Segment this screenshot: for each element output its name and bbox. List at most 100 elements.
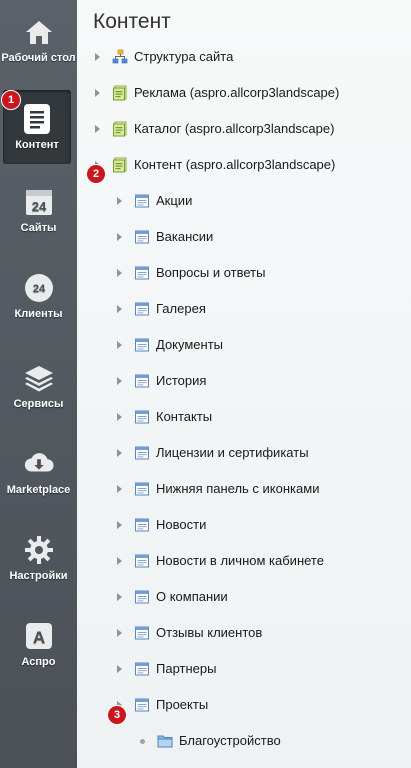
iblock-icon [134, 409, 150, 425]
expand-arrow-icon[interactable] [117, 413, 122, 421]
tree-item-label[interactable]: Структура сайта [134, 49, 233, 65]
cloud-download-icon [23, 448, 55, 480]
iblock-icon [134, 301, 150, 317]
cloud-24-icon: 24 [23, 272, 55, 304]
tree-item-label[interactable]: Контент (aspro.allcorp3landscape) [134, 157, 335, 173]
nav-item-clients[interactable]: 24 Клиенты [0, 256, 77, 336]
expand-arrow-icon[interactable] [95, 125, 100, 133]
folder-icon [157, 733, 173, 749]
letter-a-icon: A [23, 620, 55, 652]
nav-label: Контент [15, 138, 59, 151]
tree-item[interactable]: Контакты [117, 407, 212, 427]
expand-arrow-icon[interactable] [117, 197, 122, 205]
tree-item-label[interactable]: Нижняя панель с иконками [156, 481, 319, 497]
document-icon [21, 103, 53, 135]
tree-item[interactable]: Отзывы клиентов [117, 623, 262, 643]
tree-item-label[interactable]: Вакансии [156, 229, 213, 245]
calendar-24-icon: 24 [23, 186, 55, 218]
iblock-type-icon [112, 85, 128, 101]
tree-item-label[interactable]: Вопросы и ответы [156, 265, 265, 281]
tree-item[interactable]: Структура сайта [95, 47, 233, 67]
tree-item[interactable]: Благоустройство [139, 731, 281, 751]
sidebar: Рабочий стол Контент 24 Сайты 24 Клиенты… [0, 0, 77, 768]
expand-arrow-icon[interactable] [117, 629, 122, 637]
annotation-badge: 2 [86, 164, 106, 184]
tree-item-label[interactable]: Каталог (aspro.allcorp3landscape) [134, 121, 334, 137]
tree-item[interactable]: Галерея [117, 299, 206, 319]
tree-item[interactable]: Вакансии [117, 227, 213, 247]
annotation-badge: 3 [107, 705, 127, 725]
nav-item-marketplace[interactable]: Marketplace [0, 432, 77, 512]
tree-item-label[interactable]: Реклама (aspro.allcorp3landscape) [134, 85, 339, 101]
tree-item-label[interactable]: Документы [156, 337, 223, 353]
tree-item[interactable]: Акции [117, 191, 192, 211]
iblock-icon [134, 661, 150, 677]
tree-item-label[interactable]: Акции [156, 193, 192, 209]
expand-arrow-icon[interactable] [117, 521, 122, 529]
iblock-icon [134, 265, 150, 281]
tree-item-label[interactable]: Проекты [156, 697, 208, 713]
iblock-icon [134, 517, 150, 533]
tree-item-label[interactable]: Новости в личном кабинете [156, 553, 324, 569]
nav-label: Рабочий стол [1, 51, 76, 64]
nav-item-services[interactable]: Сервисы [0, 346, 77, 426]
iblock-icon [134, 589, 150, 605]
tree-item[interactable]: Нижняя панель с иконками [117, 479, 319, 499]
nav-label: Сервисы [13, 397, 64, 410]
bullet-icon[interactable] [140, 738, 145, 744]
expand-arrow-icon[interactable] [117, 341, 122, 349]
iblock-icon [134, 445, 150, 461]
expand-arrow-icon[interactable] [95, 53, 100, 61]
svg-text:24: 24 [32, 283, 45, 295]
tree-item-label[interactable]: Благоустройство [179, 733, 281, 749]
nav-item-settings[interactable]: Настройки [0, 518, 77, 598]
expand-arrow-icon[interactable] [117, 377, 122, 385]
iblock-type-icon [112, 157, 128, 173]
tree-item-label[interactable]: Отзывы клиентов [156, 625, 262, 641]
expand-arrow-icon[interactable] [117, 557, 122, 565]
tree-item[interactable]: О компании [117, 587, 228, 607]
iblock-icon [134, 625, 150, 641]
tree-item-label[interactable]: Галерея [156, 301, 206, 317]
tree-item[interactable]: Новости [117, 515, 206, 535]
tree-item[interactable]: Лицензии и сертификаты [117, 443, 309, 463]
nav-item-desktop[interactable]: Рабочий стол [0, 0, 77, 80]
nav-label: Сайты [20, 221, 57, 234]
nav-item-sites[interactable]: 24 Сайты [0, 170, 77, 250]
tree-item[interactable]: Документы [117, 335, 223, 355]
tree-item[interactable]: Проекты [117, 695, 208, 715]
tree-item[interactable]: Партнеры [117, 659, 216, 679]
layers-icon [23, 362, 55, 394]
tree-item[interactable]: Каталог (aspro.allcorp3landscape) [95, 119, 334, 139]
tree-item-label[interactable]: Новости [156, 517, 206, 533]
iblock-icon [134, 553, 150, 569]
tree-item[interactable]: Новости в личном кабинете [117, 551, 324, 571]
home-icon [23, 16, 55, 48]
expand-arrow-icon[interactable] [117, 305, 122, 313]
expand-arrow-icon[interactable] [117, 233, 122, 241]
tree-item-label[interactable]: Партнеры [156, 661, 216, 677]
svg-text:24: 24 [31, 199, 46, 214]
tree-item[interactable]: История [117, 371, 206, 391]
expand-arrow-icon[interactable] [117, 665, 122, 673]
tree-item-label[interactable]: История [156, 373, 206, 389]
expand-arrow-icon[interactable] [117, 449, 122, 457]
site-structure-icon [112, 49, 128, 65]
tree-item-label[interactable]: О компании [156, 589, 228, 605]
tree-item[interactable]: Вопросы и ответы [117, 263, 265, 283]
iblock-type-icon [112, 121, 128, 137]
expand-arrow-icon[interactable] [117, 593, 122, 601]
tree-item[interactable]: Реклама (aspro.allcorp3landscape) [95, 83, 339, 103]
nav-label: Аспро [21, 655, 56, 668]
tree-item-label[interactable]: Лицензии и сертификаты [156, 445, 309, 461]
expand-arrow-icon[interactable] [117, 269, 122, 277]
expand-arrow-icon[interactable] [95, 89, 100, 97]
expand-arrow-icon[interactable] [117, 485, 122, 493]
svg-text:A: A [32, 628, 44, 647]
iblock-icon [134, 697, 150, 713]
nav-item-aspro[interactable]: A Аспро [0, 604, 77, 684]
tree-item-label[interactable]: Контакты [156, 409, 212, 425]
tree-item[interactable]: Контент (aspro.allcorp3landscape) [95, 155, 335, 175]
annotation-badge: 1 [1, 90, 21, 110]
iblock-icon [134, 481, 150, 497]
